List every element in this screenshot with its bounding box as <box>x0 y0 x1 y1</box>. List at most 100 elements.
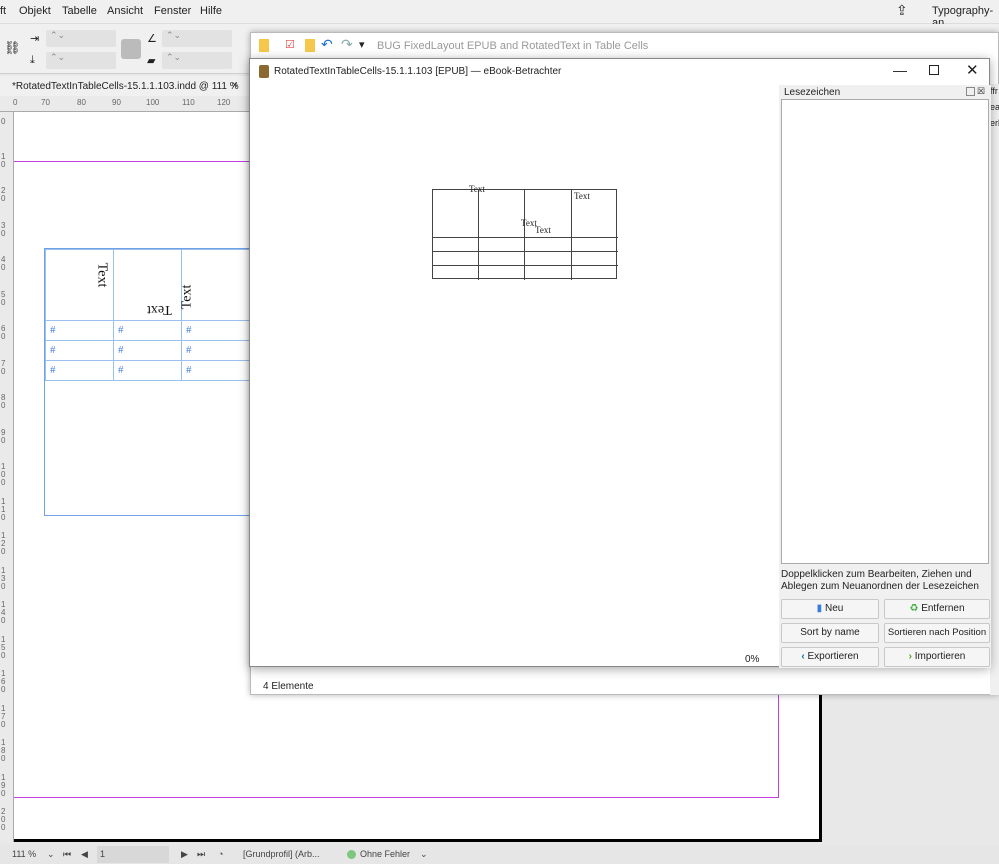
menu-hilfe[interactable]: Hilfe <box>200 5 222 17</box>
ruler-tick: 110 <box>1 496 6 522</box>
table-cell[interactable]: # <box>113 320 182 341</box>
window-title: BUG FixedLayout EPUB and RotatedText in … <box>377 40 649 52</box>
table-cell[interactable]: # <box>45 320 114 341</box>
close-button[interactable]: ✕ <box>966 61 979 79</box>
undo-icon[interactable]: ↶ <box>321 36 333 53</box>
table-cell[interactable]: # <box>45 340 114 361</box>
ruler-tick: 150 <box>1 634 6 660</box>
table-border <box>45 515 251 516</box>
table-line <box>433 251 618 252</box>
window-title: RotatedTextInTableCells-15.1.1.103 [EPUB… <box>274 66 562 77</box>
ruler-tick: 190 <box>1 772 6 798</box>
share-icon[interactable]: ⇪ <box>896 2 908 19</box>
last-page-icon[interactable]: ⏭ <box>197 849 205 860</box>
preflight-status[interactable]: Ohne Fehler <box>360 849 410 859</box>
bookmarks-panel: Lesezeichen ☒ Doppelklicken zum Bearbeit… <box>779 85 991 668</box>
ruler-tick: 120 <box>217 98 231 107</box>
import-button[interactable]: › Importieren <box>884 647 990 667</box>
unlink-icon[interactable]: ⛓ <box>4 40 21 56</box>
button-label: Exportieren <box>807 651 859 662</box>
recycle-icon: ♻ <box>909 603 919 614</box>
maximize-button[interactable] <box>929 65 939 75</box>
right-panel: ffr ear erl <box>990 84 999 695</box>
column-width-field[interactable]: ⌃⌄ <box>46 30 116 47</box>
table-cell[interactable]: # <box>113 340 182 361</box>
chevron-right-icon: › <box>908 651 912 662</box>
panel-fragment: ffr <box>990 86 998 96</box>
table-cell[interactable]: # <box>181 340 251 361</box>
checklist-icon[interactable]: ☑ <box>285 38 295 51</box>
app-icon <box>259 65 269 78</box>
redo-icon[interactable]: ↷ <box>341 36 353 53</box>
item-count: 4 Elemente <box>263 681 314 692</box>
remove-bookmark-button[interactable]: ♻ Entfernen <box>884 599 990 619</box>
bookmarks-list[interactable] <box>781 99 989 564</box>
bookmarks-hint: Doppelklicken zum Bearbeiten, Ziehen und… <box>781 569 979 592</box>
ruler-tick: 60 <box>1 324 6 341</box>
page-spread-icon[interactable]: ◔ <box>218 849 223 859</box>
menu-fenster[interactable]: Fenster <box>154 5 191 17</box>
ruler-tick: 0 <box>13 98 18 107</box>
skew-field[interactable]: ⌃⌄ <box>162 52 232 69</box>
ebook-viewer-window: RotatedTextInTableCells-15.1.1.103 [EPUB… <box>249 58 991 668</box>
export-button[interactable]: ‹ Exportieren <box>781 647 879 667</box>
title-bar: RotatedTextInTableCells-15.1.1.103 [EPUB… <box>250 59 991 85</box>
menu-ansicht[interactable]: Ansicht <box>107 5 143 17</box>
ruler-tick: 70 <box>1 358 6 376</box>
first-page-icon[interactable]: ⏮ <box>63 849 71 860</box>
folder-icon[interactable] <box>259 39 269 52</box>
ruler-tick: 80 <box>1 393 6 410</box>
chevron-down-icon[interactable]: ⌄ <box>47 849 55 860</box>
table-cell[interactable]: # <box>181 360 251 381</box>
ruler-tick: 200 <box>1 807 6 832</box>
float-panel-icon[interactable] <box>966 87 975 96</box>
table-line <box>433 237 618 238</box>
table-line <box>571 190 572 280</box>
preflight-status-icon <box>347 850 356 859</box>
ruler-tick: 30 <box>1 220 6 238</box>
button-label: Importieren <box>914 651 966 662</box>
ruler-tick: 170 <box>1 703 6 729</box>
row-height-icon: ⤓ <box>30 54 35 66</box>
ruler-tick: 90 <box>112 98 121 107</box>
document-tab[interactable]: *RotatedTextInTableCells-15.1.1.103.indd… <box>0 76 250 96</box>
next-page-icon[interactable]: ▶ <box>181 849 188 860</box>
row-height-field[interactable]: ⌃⌄ <box>46 52 116 69</box>
minimize-button[interactable]: — <box>893 62 907 78</box>
table-line <box>433 265 618 266</box>
menu-tabelle[interactable]: Tabelle <box>62 5 97 17</box>
table-cell[interactable]: # <box>113 360 182 381</box>
table-cell[interactable]: # <box>181 320 251 341</box>
bookmarks-title: Lesezeichen <box>784 87 841 98</box>
ruler-tick: 180 <box>1 738 6 763</box>
ruler-tick: 70 <box>41 98 50 107</box>
sort-by-position-button[interactable]: Sortieren nach Position <box>884 623 990 643</box>
sort-by-name-button[interactable]: Sort by name <box>781 623 879 643</box>
ruler-tick: 140 <box>1 600 6 625</box>
profile-field[interactable]: [Grundprofil] (Arb... <box>243 849 320 859</box>
epub-cell-text: Text <box>574 191 590 201</box>
column-width-icon: ⇥ <box>30 33 40 45</box>
customize-icon[interactable]: ▾ <box>359 38 365 51</box>
ruler-tick: 0 <box>1 117 6 126</box>
page-field[interactable]: 1 <box>97 846 169 863</box>
button-label: Entfernen <box>921 603 965 614</box>
ruler-tick: 110 <box>182 98 195 107</box>
new-bookmark-button[interactable]: ▮ Neu <box>781 599 879 619</box>
table-cell[interactable]: # <box>45 360 114 381</box>
ruler-tick: 20 <box>1 186 6 203</box>
zoom-field[interactable]: 111 % <box>12 849 36 859</box>
angle-field[interactable]: ⌃⌄ <box>162 30 232 47</box>
ruler-tick: 10 <box>1 151 6 169</box>
prev-page-icon[interactable]: ◀ <box>81 849 88 860</box>
document-tab-title: *RotatedTextInTableCells-15.1.1.103.indd… <box>12 81 239 92</box>
folder-icon[interactable] <box>305 39 315 52</box>
close-panel-icon[interactable]: ☒ <box>977 86 985 97</box>
indesign-table[interactable]: Text Text Text # # # # # # # # # <box>44 248 251 516</box>
link-constraint-button[interactable] <box>121 39 141 59</box>
chevron-down-icon[interactable]: ⌄ <box>420 849 428 860</box>
close-tab-icon[interactable]: × <box>232 80 238 91</box>
menu-objekt[interactable]: Objekt <box>19 5 51 17</box>
ruler-tick: 80 <box>77 98 86 107</box>
menu-schrift[interactable]: ft <box>0 5 6 17</box>
